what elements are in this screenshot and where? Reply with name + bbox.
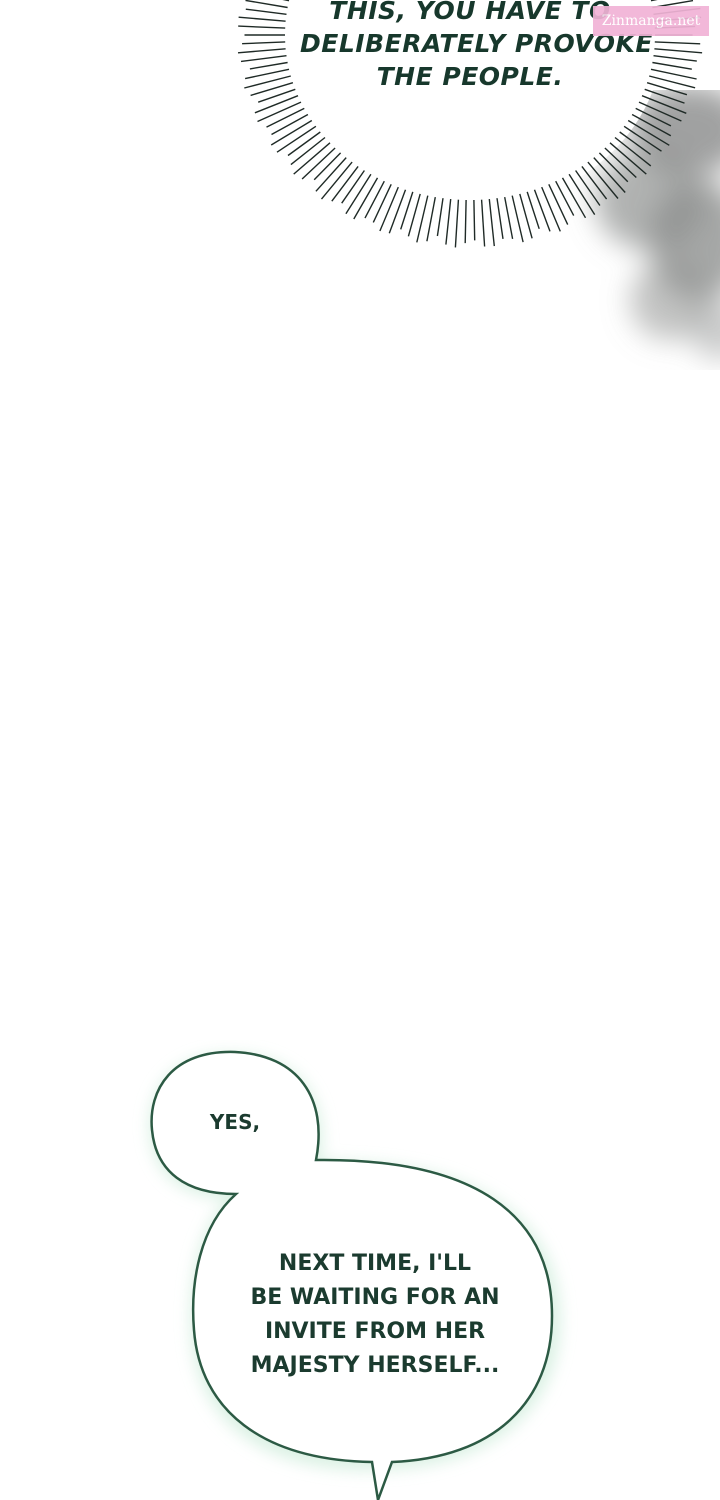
bubble-line-4: MAJESTY HERSELF...: [250, 1353, 500, 1378]
bubble-line-3: INVITE FROM HER: [264, 1319, 486, 1344]
burst-line: [379, 186, 399, 232]
burst-line: [533, 189, 551, 232]
burst-line: [561, 177, 587, 219]
burst-bubble-text: THIS, YOU HAVE TO DELIBERATELY PROVOKE T…: [300, 0, 653, 93]
burst-line: [638, 101, 682, 122]
burst-line: [548, 184, 569, 225]
watermark: Zinmanga.net: [593, 6, 709, 36]
comic-panel: THIS, YOU HAVE TO DELIBERATELY PROVOKE T…: [0, 0, 720, 1500]
burst-line-2: DELIBERATELY PROVOKE: [300, 29, 653, 58]
burst-line-1: THIS, YOU HAVE TO: [329, 0, 611, 25]
burst-line: [631, 113, 672, 137]
burst-line: [464, 199, 467, 244]
burst-line: [635, 107, 672, 127]
bubble-text-yes: YES,: [209, 1110, 261, 1134]
burst-line: [254, 95, 299, 114]
burst-line: [341, 170, 365, 204]
burst-line-3: THE PEOPLE.: [376, 62, 564, 91]
burst-line: [257, 101, 302, 123]
burst-line: [581, 165, 608, 200]
bubble-text-main: NEXT TIME, I'LL BE WAITING FOR AN INVITE…: [240, 1247, 510, 1383]
burst-line: [271, 113, 309, 136]
burst-line: [473, 199, 476, 241]
burst-line: [353, 177, 379, 220]
burst-line: [644, 88, 685, 104]
burst-line: [372, 184, 392, 223]
burst-line: [555, 180, 575, 216]
bubble-line-1: NEXT TIME, I'LL: [278, 1251, 472, 1276]
burst-line: [641, 95, 687, 114]
burst-line: [619, 131, 652, 155]
burst-line: [313, 152, 342, 181]
burst-line: [598, 152, 629, 183]
burst-line: [541, 186, 561, 232]
burst-line: [388, 189, 407, 234]
burst-line: [287, 131, 321, 157]
bubble-line-2: BE WAITING FOR AN: [250, 1285, 500, 1310]
burst-line: [266, 107, 305, 128]
burst-line: [364, 180, 385, 219]
burst-line: [575, 170, 601, 206]
